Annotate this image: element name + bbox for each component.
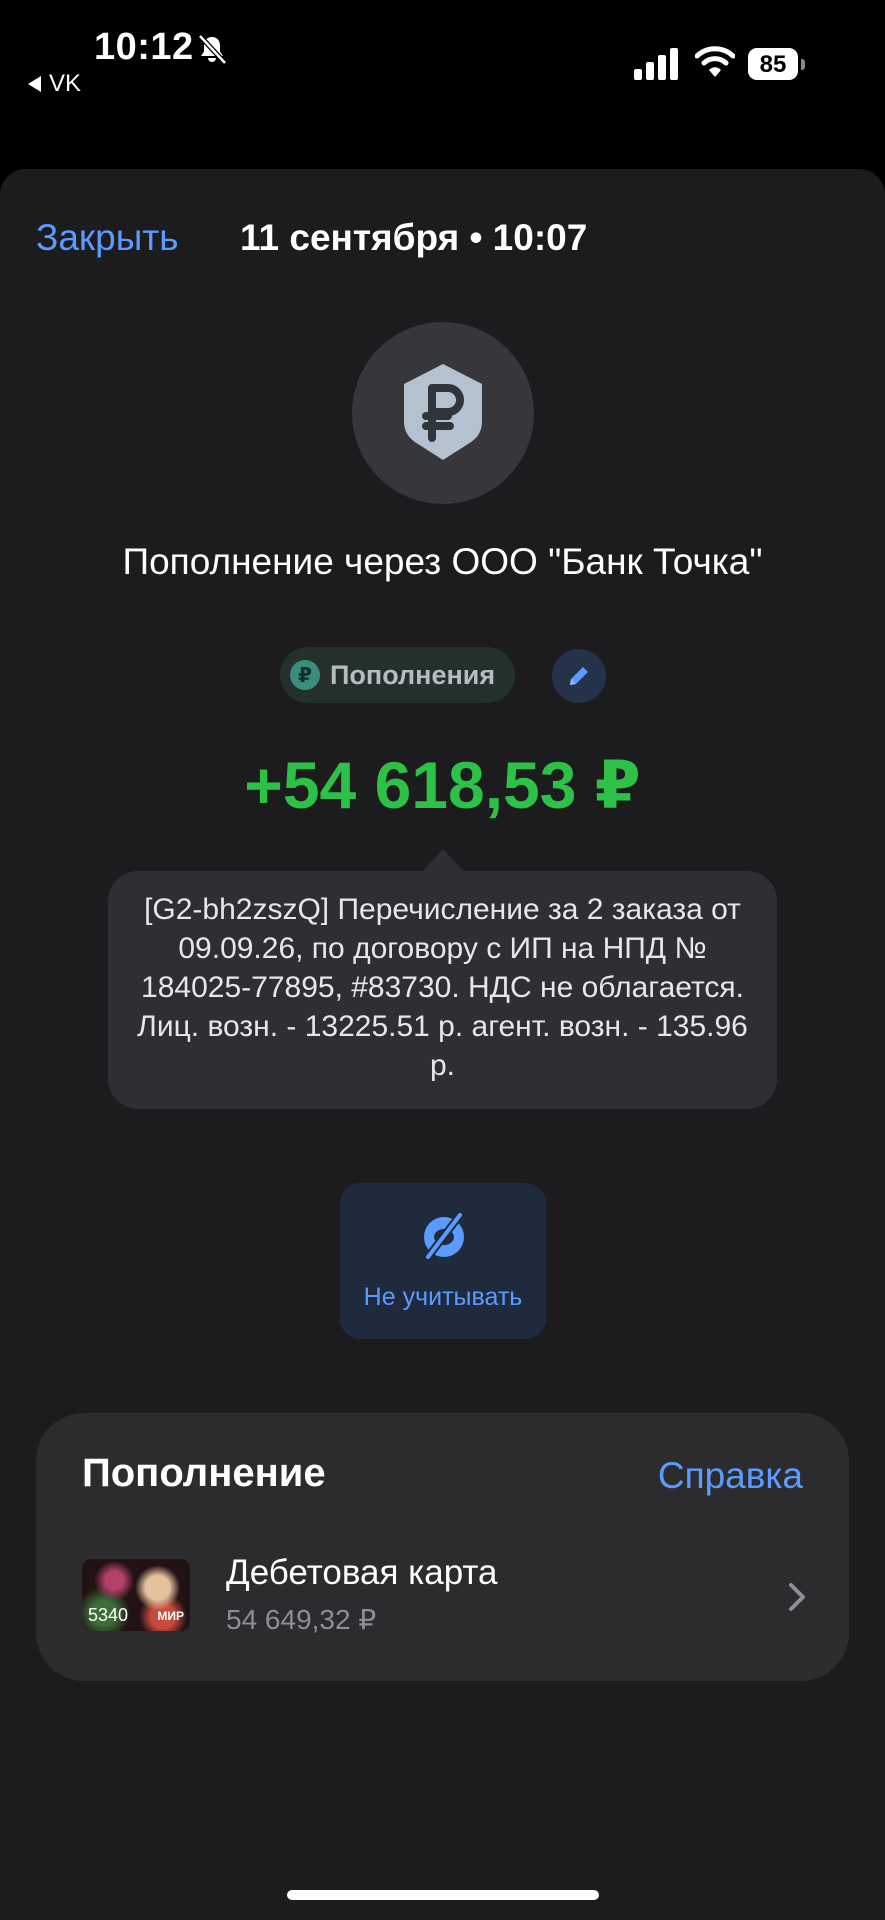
- eye-off-icon: [424, 1211, 464, 1261]
- home-indicator[interactable]: [287, 1890, 599, 1900]
- account-name: Дебетовая карта: [226, 1553, 498, 1592]
- account-balance: 54 649,32 ₽: [226, 1604, 377, 1635]
- operation-date: 11 сентября • 10:07: [240, 217, 588, 258]
- operation-description: [G2-bh2zszQ] Перечисление за 2 заказа от…: [108, 871, 777, 1109]
- back-app-label: VK: [49, 70, 82, 97]
- edit-category-button[interactable]: [552, 649, 606, 703]
- back-to-app-link[interactable]: VK: [28, 70, 81, 98]
- card-number: 5340: [88, 1605, 129, 1625]
- card-system-logo: МИР: [157, 1609, 184, 1623]
- ignore-label: Не учитывать: [363, 1283, 523, 1311]
- category-chip[interactable]: ₽ Пополнения: [280, 647, 516, 703]
- battery-indicator: 85: [748, 48, 806, 82]
- operation-sheet: Закрыть 11 сентября • 10:07 Пополнение ч…: [0, 169, 885, 1920]
- status-time: 10:12: [94, 26, 194, 68]
- description-arrow: [423, 849, 463, 871]
- bell-muted-icon: [198, 34, 227, 65]
- card-thumbnail: 5340 МИР: [82, 1559, 190, 1631]
- close-button[interactable]: Закрыть: [36, 217, 179, 259]
- cellular-signal-icon: [634, 48, 678, 80]
- chevron-right-icon: [789, 1583, 805, 1611]
- operation-amount: +54 618,53 ₽: [244, 748, 641, 822]
- battery-level: 85: [748, 48, 798, 80]
- account-row[interactable]: 5340 МИР Дебетовая карта 54 649,32 ₽: [36, 1543, 849, 1653]
- wifi-icon: [695, 46, 735, 77]
- pencil-icon: [570, 667, 588, 685]
- ignore-operation-button[interactable]: Не учитывать: [340, 1183, 546, 1339]
- details-card-title: Пополнение: [82, 1451, 326, 1495]
- operation-details-card: Пополнение Справка 5340 МИР Дебетовая ка…: [36, 1413, 849, 1681]
- battery-cap: [801, 59, 805, 70]
- ruble-circle-icon: ₽: [290, 660, 320, 690]
- ruble-icon: [404, 364, 482, 460]
- help-link[interactable]: Справка: [658, 1455, 803, 1497]
- operation-title: Пополнение через ООО "Банк Точка": [122, 541, 763, 582]
- operation-avatar: [352, 322, 534, 504]
- category-label: Пополнения: [330, 659, 496, 690]
- back-triangle-icon: [28, 76, 41, 92]
